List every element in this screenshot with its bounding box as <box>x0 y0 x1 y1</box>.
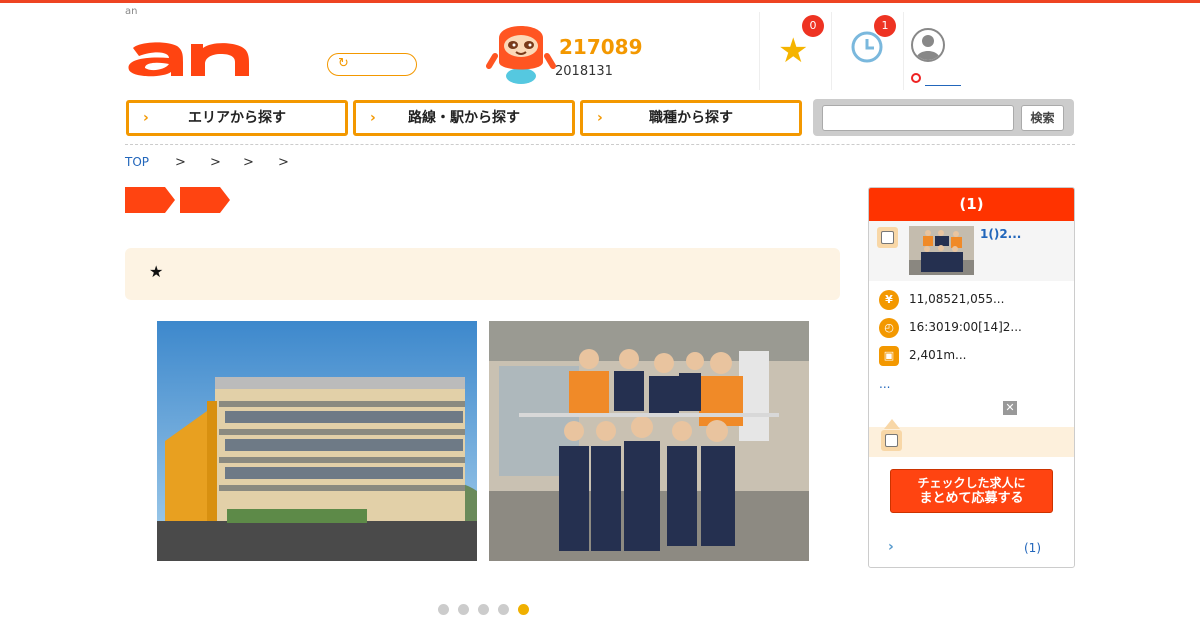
panel-header: (1) <box>869 188 1074 221</box>
hours-text: 16:3019:00[14]2... <box>909 320 1022 334</box>
notice-star: ★ <box>149 262 164 281</box>
select-all-row <box>869 419 1074 457</box>
carousel-dot[interactable] <box>478 604 489 615</box>
close-icon[interactable]: ✕ <box>1003 401 1017 415</box>
more-link[interactable]: ... <box>879 377 890 391</box>
checked-jobs-panel: (1) 1()2... ¥ 11,08521,055... ◴ 16:3019:… <box>868 187 1075 568</box>
search-by-occupation-label: 職種から探す <box>649 110 733 126</box>
breadcrumb: TOP > > > > <box>125 155 289 170</box>
history-button[interactable]: 1 <box>831 12 903 90</box>
keyword-search: 検索 <box>813 99 1074 136</box>
history-count-badge: 1 <box>874 15 896 37</box>
stat-primary: 217089 <box>559 35 643 59</box>
carousel-dot[interactable] <box>498 604 509 615</box>
favorites-button[interactable]: ★ 0 <box>759 12 831 90</box>
chevron-right-icon: › <box>597 110 603 126</box>
yen-icon: ¥ <box>879 290 899 310</box>
favorites-count-badge: 0 <box>802 15 824 37</box>
star-icon: ★ <box>778 31 809 71</box>
notice-box: ★ <box>125 248 840 300</box>
breadcrumb-separator: > <box>278 155 289 170</box>
staff-group-photo[interactable] <box>489 321 809 561</box>
divider <box>125 144 1075 145</box>
site-tagline: an <box>125 6 138 17</box>
status-dot <box>911 73 921 83</box>
search-by-occupation-button[interactable]: › 職種から探す <box>580 100 802 136</box>
category-tag <box>125 187 175 213</box>
mypage-button[interactable] <box>903 12 975 90</box>
apply-checked-button[interactable]: チェックした求人に まとめて応募する <box>890 469 1053 513</box>
search-by-route-button[interactable]: › 路線・駅から探す <box>353 100 575 136</box>
login-link[interactable] <box>925 76 961 86</box>
page-container: an ↻ 217089 2018131 ★ 0 1 › エリアから探す › 路線… <box>125 0 1075 630</box>
user-icon <box>911 28 945 62</box>
search-by-area-label: エリアから探す <box>188 110 286 126</box>
chevron-right-icon: › <box>143 110 149 126</box>
mascot-image <box>486 26 556 84</box>
keyword-search-button[interactable]: 検索 <box>1021 105 1064 131</box>
carousel-dot[interactable] <box>438 604 449 615</box>
stat-secondary: 2018131 <box>555 64 613 79</box>
facility-building-photo[interactable] <box>157 321 477 561</box>
checked-list-count: (1) <box>1024 541 1041 555</box>
breadcrumb-separator: > <box>243 155 254 170</box>
apply-line-1: チェックした求人に <box>917 476 1026 490</box>
reload-button[interactable]: ↻ <box>327 53 417 76</box>
reload-icon: ↻ <box>338 56 349 71</box>
select-all-checkbox[interactable] <box>881 430 902 451</box>
checked-list-link[interactable]: › (1) <box>869 531 1074 561</box>
job-thumbnail[interactable] <box>909 226 974 275</box>
arrow-up-icon <box>884 419 900 429</box>
checked-job-item: 1()2... <box>869 221 1074 281</box>
chevron-right-icon: › <box>370 110 376 126</box>
chevron-right-icon: › <box>888 539 894 555</box>
access-text: 2,401m... <box>909 348 967 362</box>
job-checkbox[interactable] <box>877 227 898 248</box>
job-title-link[interactable]: 1()2... <box>980 227 1021 241</box>
apply-line-2: まとめて応募する <box>919 491 1024 506</box>
breadcrumb-separator: > <box>210 155 221 170</box>
breadcrumb-separator: > <box>175 155 186 170</box>
an-logo[interactable] <box>125 34 255 78</box>
carousel-dot[interactable] <box>458 604 469 615</box>
keyword-input[interactable] <box>822 105 1014 131</box>
train-icon: ▣ <box>879 346 899 366</box>
breadcrumb-top-link[interactable]: TOP <box>125 155 149 169</box>
salary-text: 11,08521,055... <box>909 292 1005 306</box>
category-tag <box>180 187 230 213</box>
time-icon: ◴ <box>879 318 899 338</box>
search-by-area-button[interactable]: › エリアから探す <box>126 100 348 136</box>
carousel-dot-active[interactable] <box>518 604 529 615</box>
search-by-route-label: 路線・駅から探す <box>408 110 520 126</box>
